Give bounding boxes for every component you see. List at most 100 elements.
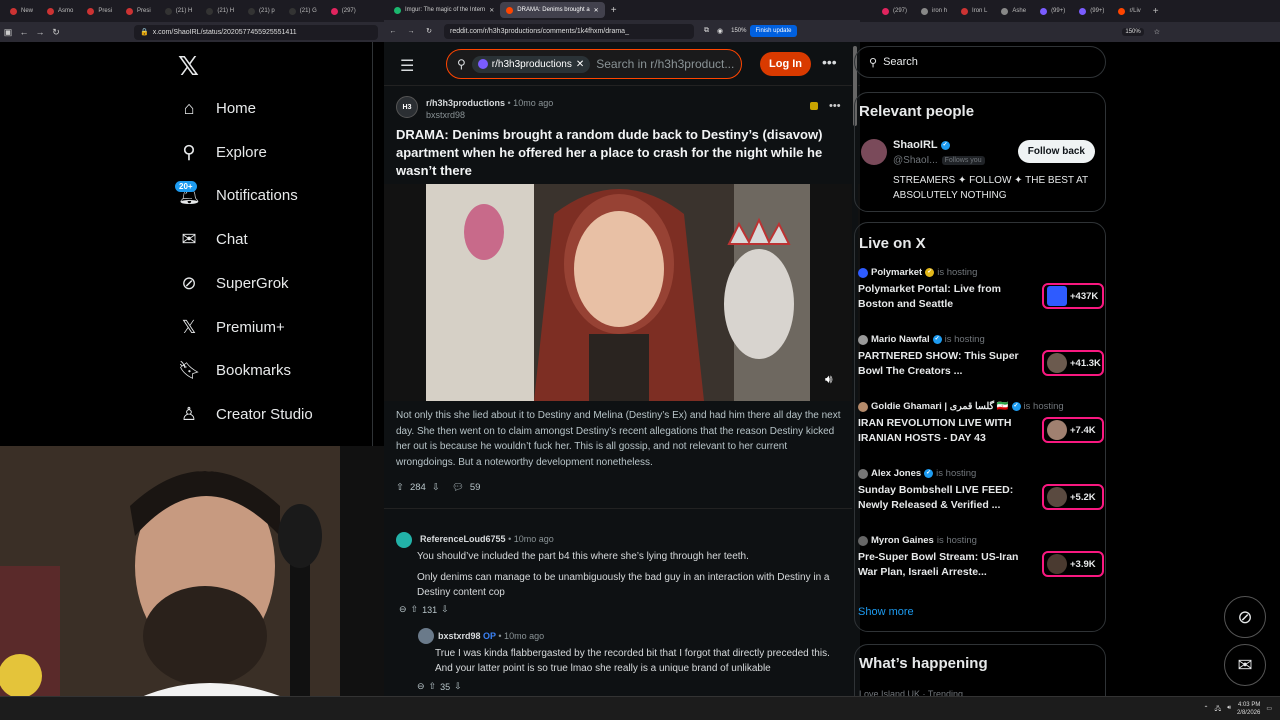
- menu-icon[interactable]: ☰: [400, 56, 414, 76]
- browser-tab[interactable]: Ashe: [995, 2, 1032, 20]
- browser-tab[interactable]: (99+): [1034, 2, 1071, 20]
- hosting-label: is hosting: [944, 334, 985, 345]
- follow-back-button[interactable]: Follow back: [1017, 140, 1095, 163]
- subreddit-link[interactable]: r/h3h3productions: [426, 98, 505, 108]
- back-icon[interactable]: ←: [16, 27, 32, 37]
- volume-icon[interactable]: 🔊︎: [825, 372, 833, 387]
- comment-author[interactable]: ReferenceLoud6755: [420, 534, 506, 544]
- browser-tab[interactable]: Presi: [120, 2, 157, 20]
- finish-update-button[interactable]: Finish update: [750, 25, 797, 37]
- grok-icon: ⊘: [181, 273, 197, 293]
- clock[interactable]: 4:03 PM 2/8/2026: [1237, 701, 1260, 717]
- browser-tab[interactable]: (21) p: [242, 2, 281, 20]
- post-options-icon[interactable]: •••: [829, 100, 841, 112]
- sidebar-item-premium[interactable]: 𝕏 Premium+: [178, 317, 285, 338]
- comment-author[interactable]: bxstxrd98: [438, 631, 481, 641]
- person-handle: @ShaoI...: [893, 155, 938, 166]
- browser-tab[interactable]: Iron L: [955, 2, 993, 20]
- network-icon[interactable]: 🖧︎: [1214, 704, 1221, 714]
- post-author[interactable]: bxstxrd98: [426, 110, 465, 120]
- more-options-icon[interactable]: •••: [822, 54, 837, 70]
- live-item[interactable]: Myron Gaines is hosting Pre-Super Bowl St…: [858, 535, 1104, 580]
- forward-icon[interactable]: →: [402, 28, 420, 35]
- downvote-icon[interactable]: ⇩: [454, 681, 462, 692]
- tray-chevron-icon[interactable]: ⌃: [1203, 705, 1208, 712]
- forward-icon[interactable]: →: [32, 27, 48, 37]
- live-listener-count[interactable]: +41.3K: [1042, 350, 1104, 376]
- browser-tab[interactable]: r/Liv: [1112, 2, 1146, 20]
- host-avatar: [858, 468, 868, 479]
- browser-tab[interactable]: (297): [325, 2, 362, 20]
- live-listener-count[interactable]: +3.9K: [1042, 551, 1104, 577]
- avatar[interactable]: [396, 532, 412, 548]
- address-bar[interactable]: 🔒 x.com/ShaoIRL/status/20205774559255514…: [134, 24, 378, 40]
- account-icon[interactable]: ◉: [717, 27, 723, 35]
- x-right-column: ⚲ Search Relevant people ShaoIRL ✓ @ShaoI…: [854, 42, 1280, 714]
- live-listener-count[interactable]: +5.2K: [1042, 484, 1104, 510]
- sidebar-item-chat[interactable]: ✉ Chat: [178, 229, 247, 250]
- new-tab-icon[interactable]: +: [611, 5, 617, 16]
- zoom-level[interactable]: 150%: [1122, 28, 1144, 36]
- upvote-icon[interactable]: ⇧: [396, 482, 404, 493]
- sidebar-item-bookmarks[interactable]: 🔖︎ Bookmarks: [178, 360, 291, 381]
- browser-tab[interactable]: Presi: [81, 2, 118, 20]
- subreddit-filter-chip[interactable]: r/h3h3productions ✕: [471, 55, 591, 73]
- back-icon[interactable]: ←: [384, 28, 402, 35]
- downvote-icon[interactable]: ⇩: [432, 482, 440, 493]
- browser-tab[interactable]: (21) H: [200, 2, 240, 20]
- close-icon[interactable]: ✕: [576, 59, 584, 70]
- reload-icon[interactable]: ↻: [420, 27, 438, 35]
- upvote-icon[interactable]: ⇧: [411, 604, 419, 615]
- zoom-level[interactable]: 150%: [731, 28, 746, 34]
- extensions-icon[interactable]: ⧉: [704, 27, 709, 35]
- browser-tab[interactable]: (99+): [1073, 2, 1110, 20]
- live-listener-count[interactable]: +437K: [1042, 283, 1104, 309]
- search-input[interactable]: ⚲ r/h3h3productions ✕ Search in r/h3h3pro…: [446, 49, 742, 79]
- post-video[interactable]: 🔊︎: [384, 184, 860, 401]
- grok-button[interactable]: ⊘: [1224, 596, 1266, 638]
- live-item[interactable]: Mario Nawfal ✓ is hosting PARTNERED SHOW: …: [858, 334, 1104, 379]
- avatar[interactable]: [418, 628, 434, 644]
- collapse-icon[interactable]: ⊖: [417, 681, 425, 692]
- browser-tab[interactable]: Asmo: [41, 2, 79, 20]
- browser-tab[interactable]: iron h: [915, 2, 953, 20]
- close-icon[interactable]: ✕: [594, 7, 599, 14]
- search-input[interactable]: ⚲ Search: [854, 46, 1106, 78]
- avatar[interactable]: [861, 139, 887, 165]
- polymarket-icon: [1047, 286, 1067, 306]
- comment-icon[interactable]: 💬︎: [452, 482, 464, 493]
- browser-tab[interactable]: (21) H: [159, 2, 199, 20]
- sidebar-item-home[interactable]: ⌂ Home: [178, 98, 256, 119]
- live-listener-count[interactable]: +7.4K: [1042, 417, 1104, 443]
- login-button[interactable]: Log In: [760, 52, 811, 76]
- sidebar-item-creator-studio[interactable]: ♙ Creator Studio: [178, 404, 313, 425]
- subreddit-avatar[interactable]: H3: [396, 96, 418, 118]
- close-icon[interactable]: ✕: [489, 7, 494, 14]
- browser-tab[interactable]: (297): [876, 2, 913, 20]
- browser-tab[interactable]: Imgur: The magic of the Intern ✕: [388, 2, 500, 18]
- collapse-icon[interactable]: ⊖: [399, 604, 407, 615]
- x-logo-icon[interactable]: 𝕏: [178, 52, 199, 82]
- browser-tab[interactable]: (21) G: [283, 2, 323, 20]
- tab-favicon-icon: [288, 7, 296, 15]
- browser-tab-active[interactable]: DRAMA: Denims brought a ✕: [500, 2, 605, 18]
- reload-icon[interactable]: ↻: [48, 27, 64, 38]
- volume-icon[interactable]: 🔊︎: [1227, 705, 1231, 712]
- address-bar[interactable]: reddit.com/r/h3h3productions/comments/1k…: [444, 23, 694, 39]
- new-tab-icon[interactable]: +: [1153, 6, 1159, 17]
- bookmark-star-icon[interactable]: ☆: [1154, 28, 1160, 36]
- live-item[interactable]: Polymarket ✓ is hosting Polymarket Portal:…: [858, 267, 1104, 312]
- messages-button[interactable]: ✉: [1224, 644, 1266, 686]
- sidebar-item-explore[interactable]: ⚲ Explore: [178, 142, 266, 163]
- show-more-link[interactable]: Show more: [858, 606, 914, 618]
- count-label: +3.9K: [1070, 558, 1096, 570]
- notification-icon[interactable]: ▭: [1266, 705, 1272, 712]
- browser-tab[interactable]: New: [4, 2, 39, 20]
- live-item[interactable]: Alex Jones ✓ is hosting Sunday Bombshell L…: [858, 468, 1104, 513]
- sidebar-toggle-icon[interactable]: ▣: [0, 27, 16, 38]
- person-name[interactable]: ShaoIRL: [893, 139, 938, 151]
- upvote-icon[interactable]: ⇧: [429, 681, 437, 692]
- live-item[interactable]: Goldie Ghamari | گلسا قمری 🇮🇷 ✓ is hosting…: [858, 401, 1104, 446]
- downvote-icon[interactable]: ⇩: [441, 604, 449, 615]
- sidebar-item-supergrok[interactable]: ⊘ SuperGrok: [178, 273, 288, 294]
